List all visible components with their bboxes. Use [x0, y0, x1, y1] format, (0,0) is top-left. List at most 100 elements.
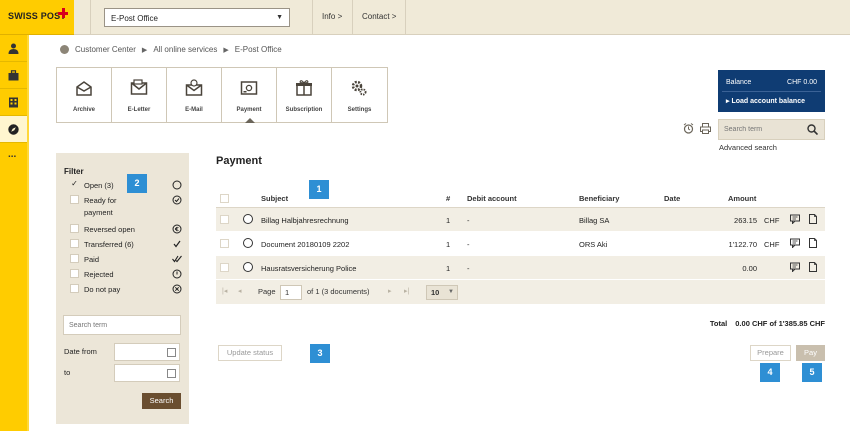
payment-table: Subject # Debit account Beneficiary Date… — [216, 187, 825, 304]
tile-settings[interactable]: Settings — [332, 68, 387, 122]
first-page-icon[interactable]: |◂ — [222, 287, 227, 295]
load-balance-link[interactable]: ▸ Load account balance — [726, 97, 805, 105]
tile-archive[interactable]: Archive — [57, 68, 112, 122]
checkbox-checked[interactable]: ✓ — [70, 180, 79, 189]
filter-item-label: Ready for payment — [84, 196, 117, 217]
date-from-field[interactable] — [114, 343, 180, 361]
column-header-amount[interactable]: Amount — [728, 194, 756, 203]
app-selector[interactable]: E-Post Office ▼ — [104, 8, 290, 27]
column-header-beneficiary[interactable]: Beneficiary — [579, 194, 619, 203]
total-line: Total 0.00 CHF of 1'385.85 CHF — [710, 319, 825, 328]
previous-page-icon[interactable]: ◂ — [238, 287, 242, 295]
column-header-date[interactable]: Date — [664, 194, 680, 203]
pagination-bar: |◂ ◂ Page 1 of 1 (3 documents) ▸ ▸| 10 ▼ — [216, 280, 825, 304]
date-to-field[interactable] — [114, 364, 180, 382]
rail-more-button[interactable]: ... — [0, 143, 27, 170]
column-header-subject[interactable]: Subject — [261, 194, 288, 203]
contact-link[interactable]: Contact > — [362, 12, 396, 21]
active-tile-indicator — [245, 118, 255, 123]
checkbox[interactable] — [70, 254, 79, 263]
cell-subject[interactable]: Document 20180109 2202 — [261, 240, 349, 249]
divider — [90, 0, 91, 35]
alarm-clock-icon[interactable] — [683, 123, 694, 134]
print-icon[interactable] — [700, 123, 711, 134]
row-radio[interactable] — [243, 214, 253, 224]
checkbox[interactable] — [70, 269, 79, 278]
page-size-select[interactable]: 10 ▼ — [426, 285, 458, 300]
search-icon[interactable] — [807, 124, 818, 135]
breadcrumb-item[interactable]: All online services — [153, 45, 217, 54]
circle-icon — [172, 180, 182, 190]
breadcrumb-item[interactable]: Customer Center — [75, 45, 136, 54]
euro-circle-icon — [172, 224, 182, 234]
filter-item-label: Paid — [84, 255, 100, 264]
settings-icon — [351, 80, 367, 96]
tile-payment[interactable]: Payment — [222, 68, 277, 123]
filter-search-input[interactable] — [63, 315, 181, 335]
rail-briefcase-button[interactable] — [0, 62, 27, 89]
rail-building-button[interactable] — [0, 89, 27, 116]
column-header-debit-account[interactable]: Debit account — [467, 194, 517, 203]
calendar-icon[interactable] — [167, 369, 176, 378]
cell-amount: 263.15 — [734, 216, 757, 225]
document-icon[interactable] — [808, 214, 818, 224]
row-checkbox[interactable] — [220, 263, 229, 272]
table-row[interactable]: Hausratsversicherung Police 1 - 0.00 — [216, 256, 825, 280]
tile-e-mail[interactable]: E-Mail — [167, 68, 222, 122]
row-radio[interactable] — [243, 238, 253, 248]
comment-icon[interactable] — [790, 262, 800, 272]
rail-person-button[interactable] — [0, 35, 27, 62]
checkbox[interactable] — [70, 224, 79, 233]
checkbox[interactable] — [70, 239, 79, 248]
tile-e-letter[interactable]: E-Letter — [112, 68, 167, 122]
document-icon[interactable] — [808, 262, 818, 272]
balance-box: Balance CHF 0.00 ▸ Load account balance — [718, 70, 825, 112]
date-from-label: Date from — [64, 347, 97, 356]
row-checkbox[interactable] — [220, 239, 229, 248]
checkbox[interactable] — [70, 195, 79, 204]
swiss-post-logo[interactable]: SWISS POST — [0, 0, 74, 35]
archive-icon — [76, 81, 92, 96]
breadcrumb-separator-icon: ▶ — [223, 46, 229, 54]
checkbox[interactable] — [70, 284, 79, 293]
column-header-count[interactable]: # — [446, 194, 450, 203]
cell-beneficiary: ORS Aki — [579, 240, 608, 249]
balance-amount: CHF 0.00 — [787, 79, 817, 86]
tile-subscription[interactable]: Subscription — [277, 68, 332, 122]
table-row[interactable]: Document 20180109 2202 1 - ORS Aki 1'122… — [216, 232, 825, 256]
prepare-button[interactable]: Prepare — [750, 345, 791, 361]
table-row[interactable]: Billag Halbjahresrechnung 1 - Billag SA … — [216, 208, 825, 232]
filter-search-button[interactable]: Search — [142, 393, 181, 409]
select-all-checkbox[interactable] — [220, 194, 229, 203]
chevron-down-icon: ▼ — [448, 289, 454, 295]
briefcase-icon — [8, 70, 19, 81]
cell-count: 1 — [446, 264, 451, 273]
compass-icon — [8, 124, 19, 135]
pay-button[interactable]: Pay — [796, 345, 825, 361]
cell-subject[interactable]: Billag Halbjahresrechnung — [261, 216, 349, 225]
advanced-search-link[interactable]: Advanced search — [719, 143, 777, 152]
info-link[interactable]: Info > — [322, 12, 342, 21]
document-icon[interactable] — [808, 238, 818, 248]
cell-subject[interactable]: Hausratsversicherung Police — [261, 264, 356, 273]
cell-debit-account: - — [467, 240, 470, 249]
update-status-button[interactable]: Update status — [218, 345, 282, 361]
calendar-icon[interactable] — [167, 348, 176, 357]
last-page-icon[interactable]: ▸| — [404, 287, 409, 295]
cell-debit-account: - — [467, 216, 470, 225]
search-input[interactable] — [719, 120, 805, 139]
home-icon[interactable] — [60, 45, 69, 54]
filter-item-ready-for-payment[interactable]: Ready for payment — [70, 195, 182, 221]
comment-icon[interactable] — [790, 214, 800, 224]
total-label: Total — [709, 319, 728, 328]
tile-label: Settings — [347, 107, 372, 113]
row-checkbox[interactable] — [220, 215, 229, 224]
rail-compass-button[interactable] — [0, 116, 27, 143]
row-radio[interactable] — [243, 262, 253, 272]
rail-edge — [27, 35, 29, 431]
comment-icon[interactable] — [790, 238, 800, 248]
divider — [722, 91, 821, 92]
page-number-input[interactable]: 1 — [280, 285, 302, 300]
next-page-icon[interactable]: ▸ — [388, 287, 392, 295]
cell-amount: 1'122.70 — [728, 240, 757, 249]
